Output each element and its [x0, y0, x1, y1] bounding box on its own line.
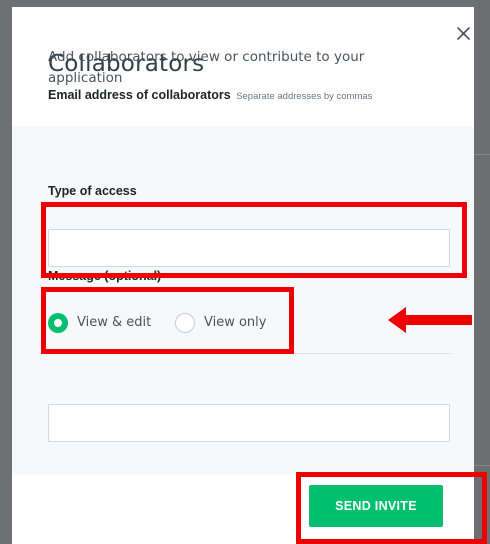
backdrop-line: [474, 154, 490, 155]
email-hint: Separate addresses by commas: [236, 91, 373, 102]
annotation-arrow-icon: [388, 307, 472, 333]
message-input[interactable]: [48, 404, 450, 442]
access-label: Type of access: [48, 184, 137, 198]
email-label: Email address of collaborators Separate …: [48, 88, 372, 102]
email-label-text: Email address of collaborators: [48, 88, 231, 102]
close-button[interactable]: [453, 23, 475, 45]
annotation-box-send: [296, 472, 487, 544]
close-icon: [457, 27, 470, 40]
intro-text: Add collaborators to view or contribute …: [48, 49, 365, 86]
backdrop-strip: [474, 0, 490, 544]
annotation-box-email: [41, 202, 467, 278]
annotation-box-access: [41, 287, 294, 354]
backdrop-line: [474, 465, 490, 466]
